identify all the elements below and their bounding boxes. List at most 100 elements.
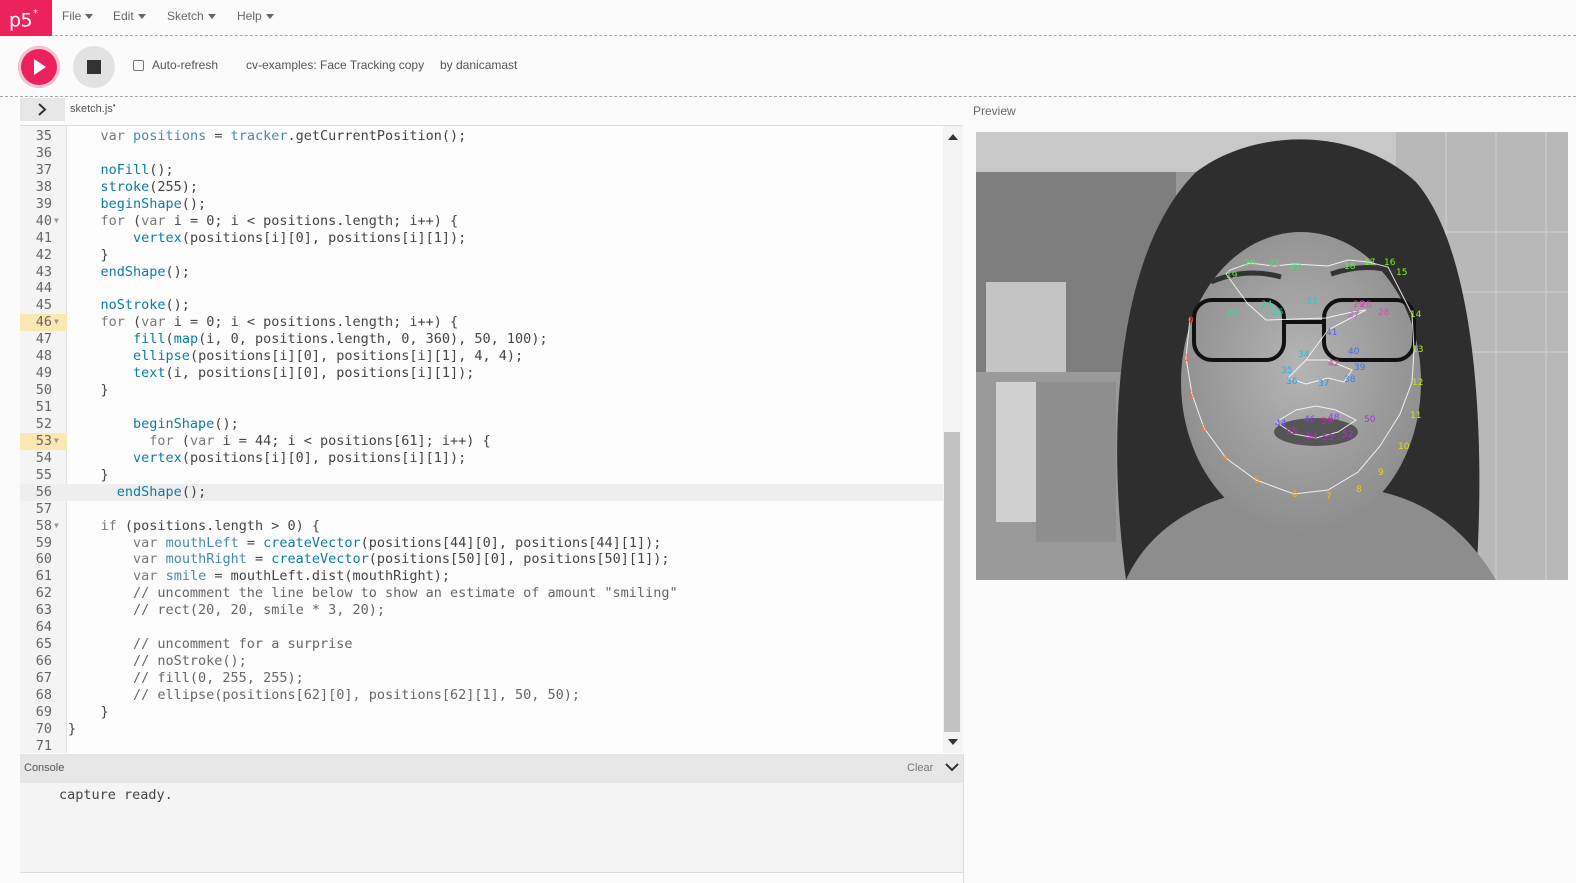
svg-text:19: 19 <box>1226 271 1238 281</box>
code-lines: 35 var positions = tracker.getCurrentPos… <box>20 128 943 753</box>
fold-arrow-icon[interactable]: ▼ <box>54 433 59 450</box>
code-line[interactable]: 70} <box>20 721 943 738</box>
code-text: if (positions.length > 0) { <box>100 517 320 534</box>
code-line[interactable]: 59 var mouthLeft = createVector(position… <box>20 535 943 552</box>
preview-canvas[interactable]: 0 1 2 3 4 5 6 7 8 9 10 11 12 13 14 15 16… <box>976 132 1568 580</box>
code-line[interactable]: 67 // fill(0, 255, 255); <box>20 670 943 687</box>
stop-button[interactable] <box>73 46 115 88</box>
code-line[interactable]: 43 endShape(); <box>20 264 943 281</box>
line-number: 36 <box>35 144 52 161</box>
svg-text:20: 20 <box>1244 259 1256 269</box>
file-tab-label: sketch.js <box>70 103 113 115</box>
code-line[interactable]: 40 ▼ for (var i = 0; i < positions.length… <box>20 213 943 230</box>
menu-help[interactable]: Help <box>237 9 274 23</box>
code-text: stroke(255); <box>100 178 199 195</box>
sketch-name[interactable]: cv-examples: Face Tracking copy <box>246 58 424 72</box>
play-button[interactable] <box>18 46 60 88</box>
line-number: 62 <box>35 585 52 602</box>
code-line[interactable]: 38 stroke(255); <box>20 179 943 196</box>
svg-text:25: 25 <box>1272 308 1283 318</box>
chevron-down-icon[interactable] <box>945 762 959 772</box>
menu-edit[interactable]: Edit <box>113 9 146 23</box>
file-tab-sketch-js[interactable]: sketch.js• <box>70 101 116 115</box>
svg-text:0: 0 <box>1188 316 1194 326</box>
svg-text:53: 53 <box>1322 433 1333 443</box>
code-line[interactable]: 45 noStroke(); <box>20 297 943 314</box>
svg-text:9: 9 <box>1378 468 1384 478</box>
code-line[interactable]: 35 var positions = tracker.getCurrentPos… <box>20 128 943 145</box>
unsaved-indicator: • <box>112 101 116 110</box>
code-line[interactable]: 39 beginShape(); <box>20 196 943 213</box>
code-line[interactable]: 57 <box>20 501 943 518</box>
line-number: 35 <box>35 128 52 144</box>
code-line[interactable]: 48 ellipse(positions[i][0], positions[i]… <box>20 348 943 365</box>
code-line[interactable]: 41 vertex(positions[i][0], positions[i][… <box>20 230 943 247</box>
svg-text:24: 24 <box>1261 300 1273 310</box>
editor-scrollbar[interactable] <box>943 126 963 753</box>
line-number: 55 <box>35 466 52 483</box>
scroll-down-arrow-icon[interactable] <box>948 739 958 745</box>
code-line[interactable]: 52 beginShape(); <box>20 416 943 433</box>
code-line[interactable]: 42 } <box>20 247 943 264</box>
fold-arrow-icon[interactable]: ▼ <box>54 518 59 535</box>
code-line[interactable]: 68 // ellipse(positions[62][0], position… <box>20 687 943 704</box>
code-line[interactable]: 60 var mouthRight = createVector(positio… <box>20 551 943 568</box>
code-line[interactable]: 46 ▼ for (var i = 0; i < positions.length… <box>20 314 943 332</box>
code-line[interactable]: 58 ▼ if (positions.length > 0) { <box>20 518 943 535</box>
menu-sketch[interactable]: Sketch <box>167 9 216 23</box>
code-text: } <box>68 720 77 737</box>
code-line[interactable]: 66 // noStroke(); <box>20 653 943 670</box>
code-line[interactable]: 50 } <box>20 382 943 399</box>
line-number: 71 <box>35 737 52 753</box>
code-text: // rect(20, 20, smile * 3, 20); <box>68 602 385 619</box>
code-line[interactable]: 51 <box>20 399 943 416</box>
code-line[interactable]: 54 vertex(positions[i][0], positions[i][… <box>20 450 943 467</box>
code-line[interactable]: 49 text(i, positions[i][0], positions[i]… <box>20 365 943 382</box>
code-text: } <box>68 382 109 399</box>
fold-arrow-icon[interactable]: ▼ <box>54 213 59 230</box>
code-text: // noStroke(); <box>68 653 247 670</box>
code-line[interactable]: 47 fill(map(i, 0, positions.length, 0, 3… <box>20 331 943 348</box>
console-clear-button[interactable]: Clear <box>907 762 933 774</box>
console-output: capture ready. <box>20 783 963 873</box>
code-line[interactable]: 53 ▼ for (var i = 44; i < positions[61]; … <box>20 432 943 450</box>
line-number: 66 <box>35 653 52 670</box>
code-line[interactable]: 61 var smile = mouthLeft.dist(mouthRight… <box>20 568 943 585</box>
scroll-up-arrow-icon[interactable] <box>948 134 958 140</box>
sidebar-toggle-button[interactable] <box>20 98 65 121</box>
code-line[interactable]: 71 <box>20 738 943 753</box>
code-line[interactable]: 65 // uncomment for a surprise <box>20 636 943 653</box>
code-text: ellipse(positions[i][0], positions[i][1]… <box>133 348 524 365</box>
code-line[interactable]: 55 } <box>20 467 943 484</box>
code-line[interactable]: 63 // rect(20, 20, smile * 3, 20); <box>20 602 943 619</box>
svg-text:11: 11 <box>1410 411 1421 421</box>
p5-logo[interactable]: p5* <box>0 0 52 36</box>
code-text: } <box>68 466 109 483</box>
menu-sketch-label: Sketch <box>167 9 204 23</box>
line-number: 37 <box>35 161 52 178</box>
code-editor[interactable]: 35 var positions = tracker.getCurrentPos… <box>20 125 963 753</box>
code-line[interactable]: 62 // uncomment the line below to show a… <box>20 585 943 602</box>
auto-refresh-checkbox[interactable] <box>133 60 144 71</box>
auto-refresh-label: Auto-refresh <box>152 58 219 72</box>
code-line[interactable]: 64 <box>20 619 943 636</box>
line-number: 45 <box>35 297 52 314</box>
line-number: 39 <box>35 195 52 212</box>
svg-text:18: 18 <box>1344 262 1356 272</box>
line-number: 63 <box>35 602 52 619</box>
code-line[interactable]: 56 endShape(); <box>20 483 943 501</box>
svg-text:35: 35 <box>1281 366 1292 376</box>
code-line[interactable]: 44 <box>20 280 943 297</box>
code-line[interactable]: 36 <box>20 145 943 162</box>
svg-text:34: 34 <box>1298 350 1310 360</box>
line-number: 42 <box>35 246 52 263</box>
code-text: fill(map(i, 0, positions.length, 0, 360)… <box>133 331 548 348</box>
code-line[interactable]: 69 } <box>20 704 943 721</box>
line-number: 38 <box>35 178 52 195</box>
scrollbar-thumb[interactable] <box>944 432 960 732</box>
code-text: for (var i = 44; i < positions[61]; i++)… <box>149 432 491 449</box>
svg-text:16: 16 <box>1384 258 1396 268</box>
code-line[interactable]: 37 noFill(); <box>20 162 943 179</box>
menu-file[interactable]: File <box>62 9 94 23</box>
fold-arrow-icon[interactable]: ▼ <box>54 314 59 331</box>
